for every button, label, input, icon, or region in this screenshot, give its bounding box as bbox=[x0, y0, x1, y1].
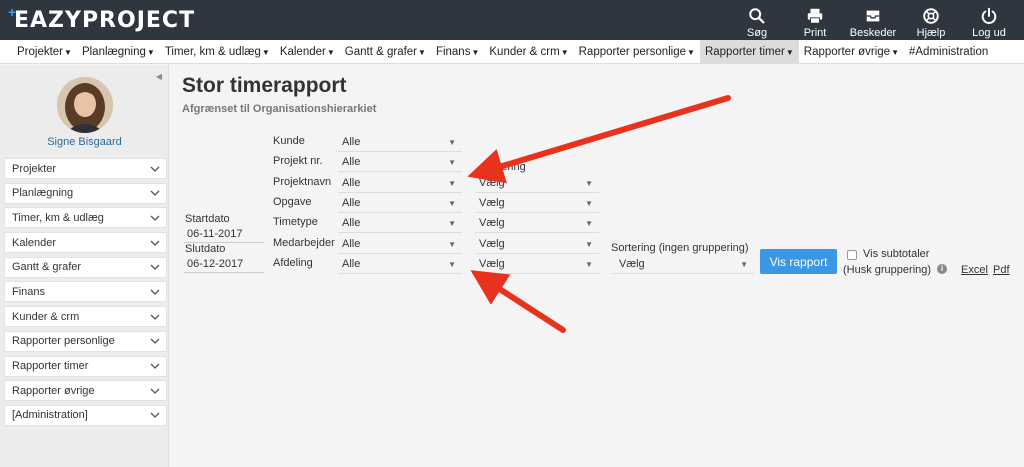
filter-label-afdeling: Afdeling bbox=[273, 257, 313, 269]
help-label: Hjælp bbox=[916, 27, 946, 39]
sidebar-item-kunder[interactable]: Kunder & crm bbox=[4, 306, 167, 328]
sidebar-item-projekter[interactable]: Projekter bbox=[4, 158, 167, 179]
grouping-select-3[interactable]: Vælg ▼ bbox=[475, 215, 599, 233]
subtotal-note: (Husk gruppering) bbox=[843, 264, 932, 276]
grouping-label: ppering bbox=[489, 161, 526, 173]
menu-projekter[interactable]: Projekter▼ bbox=[12, 40, 77, 64]
sidebar-item-kalender[interactable]: Kalender bbox=[4, 232, 167, 254]
startdato-field[interactable]: 06-11-2017 bbox=[184, 226, 264, 243]
top-bar: + EAZYPROJECT Søg Print Beskeder Hjælp L… bbox=[0, 0, 1024, 40]
filter-label-projektnavn: Projektnavn bbox=[273, 176, 332, 188]
sidebar-item-finans[interactable]: Finans bbox=[4, 281, 167, 303]
chevron-down-icon bbox=[150, 190, 160, 197]
help-button[interactable]: Hjælp bbox=[902, 3, 960, 39]
search-label: Søg bbox=[746, 27, 768, 39]
chevron-down-icon bbox=[150, 166, 160, 172]
chevron-down-icon bbox=[150, 289, 160, 295]
lifebuoy-icon bbox=[923, 8, 939, 24]
filter-select-timetype[interactable]: Alle ▼ bbox=[338, 215, 462, 233]
filter-select-projektnavn[interactable]: Alle ▼ bbox=[338, 175, 462, 193]
menu-gantt[interactable]: Gantt & grafer▼ bbox=[340, 40, 431, 64]
chevron-down-icon bbox=[150, 338, 160, 345]
chevron-down-icon bbox=[150, 412, 160, 419]
filter-label-projekt-nr: Projekt nr. bbox=[273, 155, 323, 167]
filter-label-kunde: Kunde bbox=[273, 135, 305, 147]
menu-finans[interactable]: Finans▼ bbox=[431, 40, 484, 64]
grouping-select-4[interactable]: Vælg ▼ bbox=[475, 236, 599, 254]
print-button[interactable]: Print bbox=[786, 3, 844, 39]
power-icon bbox=[981, 7, 997, 24]
excel-link[interactable]: Excel bbox=[961, 264, 988, 276]
sidebar: ◀ Signe Bisgaard Projekter Planlægning T… bbox=[0, 65, 169, 467]
slutdato-label: Slutdato bbox=[185, 243, 226, 255]
logo-mark: + bbox=[8, 4, 17, 20]
info-icon[interactable]: i bbox=[937, 264, 947, 274]
pdf-link[interactable]: Pdf bbox=[993, 264, 1010, 276]
collapse-sidebar-icon[interactable]: ◀ bbox=[156, 72, 162, 81]
arrow-afdeling bbox=[470, 270, 566, 333]
subtotal-checkbox[interactable] bbox=[847, 250, 857, 260]
menu-kalender[interactable]: Kalender▼ bbox=[275, 40, 340, 64]
menu-rapporter-timer[interactable]: Rapporter timer▼ bbox=[699, 40, 799, 64]
filter-select-medarbejder[interactable]: Alle ▼ bbox=[338, 236, 462, 254]
chevron-down-icon bbox=[150, 240, 160, 246]
sidebar-item-rapporter-timer[interactable]: Rapporter timer bbox=[4, 355, 167, 377]
chevron-down-icon bbox=[150, 215, 160, 221]
filter-select-afdeling[interactable]: Alle ▼ bbox=[338, 256, 462, 274]
vis-rapport-button[interactable]: Vis rapport bbox=[760, 249, 837, 274]
sidebar-item-rapporter-personlige[interactable]: Rapporter personlige bbox=[4, 330, 167, 352]
logo[interactable]: + EAZYPROJECT bbox=[8, 4, 196, 34]
menu-kunder[interactable]: Kunder & crm▼ bbox=[484, 40, 573, 64]
sidebar-item-gantt[interactable]: Gantt & grafer bbox=[4, 256, 167, 278]
sidebar-item-timer[interactable]: Timer, km & udlæg bbox=[4, 207, 167, 229]
filter-select-opgave[interactable]: Alle ▼ bbox=[338, 195, 462, 213]
grouping-select-2[interactable]: Vælg ▼ bbox=[475, 195, 599, 213]
sidebar-item-planlaegning[interactable]: Planlægning bbox=[4, 182, 167, 204]
menu-administration[interactable]: #Administration bbox=[904, 40, 993, 64]
chevron-down-icon bbox=[150, 388, 160, 394]
chevron-down-icon bbox=[150, 314, 160, 320]
grouping-select-5[interactable]: Vælg ▼ bbox=[475, 256, 599, 274]
search-icon bbox=[749, 8, 765, 24]
sidebar-item-rapporter-ovrige[interactable]: Rapporter øvrige bbox=[4, 380, 167, 402]
filter-label-opgave: Opgave bbox=[273, 196, 312, 208]
messages-label: Beskeder bbox=[849, 27, 897, 39]
slutdato-field[interactable]: 06-12-2017 bbox=[184, 256, 264, 273]
search-button[interactable]: Søg bbox=[728, 3, 786, 39]
page-title: Stor timerapport bbox=[182, 74, 347, 97]
page-subtitle: Afgrænset til Organisationshierarkiet bbox=[182, 103, 377, 115]
menu-rapporter-ovrige[interactable]: Rapporter øvrige▼ bbox=[799, 40, 904, 64]
print-label: Print bbox=[803, 27, 827, 39]
sort-label: Sortering (ingen gruppering) bbox=[611, 242, 749, 254]
filter-label-timetype: Timetype bbox=[273, 216, 318, 228]
chevron-down-icon bbox=[150, 363, 160, 369]
logo-text: EAZYPROJECT bbox=[14, 7, 196, 33]
startdato-label: Startdato bbox=[185, 213, 230, 225]
filter-label-medarbejder: Medarbejder bbox=[273, 237, 335, 249]
sidebar-nav: Projekter Planlægning Timer, km & udlæg … bbox=[4, 158, 167, 430]
filter-select-kunde[interactable]: Alle ▼ bbox=[338, 134, 462, 152]
sort-select[interactable]: Vælg ▼ bbox=[611, 256, 754, 274]
subtotal-label: Vis subtotaler bbox=[863, 248, 930, 260]
menu-planlaegning[interactable]: Planlægning▼ bbox=[77, 40, 160, 64]
logout-label: Log ud bbox=[972, 27, 1006, 39]
menu-timer[interactable]: Timer, km & udlæg▼ bbox=[160, 40, 275, 64]
avatar[interactable] bbox=[57, 77, 113, 133]
logout-button[interactable]: Log ud bbox=[960, 3, 1018, 39]
main-menu: Projekter▼ Planlægning▼ Timer, km & udlæ… bbox=[0, 40, 1024, 64]
printer-icon bbox=[807, 8, 823, 24]
grouping-select-1[interactable]: Vælg ▼ bbox=[475, 175, 599, 193]
chevron-down-icon bbox=[150, 264, 160, 271]
user-name[interactable]: Signe Bisgaard bbox=[0, 136, 169, 148]
inbox-icon bbox=[866, 10, 880, 22]
messages-button[interactable]: Beskeder bbox=[844, 3, 902, 39]
menu-rapporter-personlige[interactable]: Rapporter personlige▼ bbox=[574, 40, 700, 64]
filter-select-projekt-nr[interactable]: Alle ▼ bbox=[338, 154, 462, 172]
sidebar-item-administration[interactable]: [Administration] bbox=[4, 404, 167, 426]
